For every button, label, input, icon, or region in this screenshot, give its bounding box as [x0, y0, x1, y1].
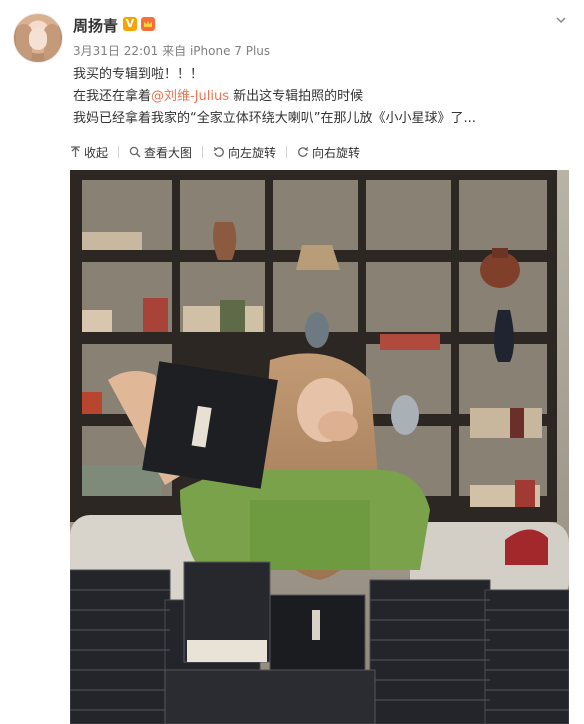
post-line-2: 在我还在拿着@刘维-Julius 新出这专辑拍照的时候: [73, 89, 364, 104]
post-photo[interactable]: [70, 170, 569, 724]
post-date[interactable]: 3月31日 22:01: [73, 44, 158, 58]
mention-link[interactable]: @刘维-Julius: [151, 89, 229, 104]
post-line-1: 我买的专辑到啦！！！: [73, 67, 204, 82]
crown-icon: [141, 17, 155, 31]
collapse-button[interactable]: 收起: [70, 144, 108, 161]
toolbar-divider: [286, 146, 288, 158]
rotate-left-label: 向左旋转: [228, 145, 277, 160]
rotate-right-label: 向右旋转: [312, 145, 361, 160]
rotate-left-button[interactable]: 向左旋转: [213, 144, 276, 161]
toolbar-divider: [202, 146, 204, 158]
avatar[interactable]: [13, 13, 63, 63]
rotate-right-icon: [298, 147, 309, 157]
rotate-left-icon: [213, 147, 224, 157]
verified-badge-icon: V: [123, 17, 137, 31]
toolbar-divider: [118, 146, 120, 158]
rotate-right-button[interactable]: 向右旋转: [297, 144, 360, 161]
post-line-3: 我妈已经拿着我家的“全家立体环绕大喇叭”在那儿放《小小星球》了...: [73, 111, 476, 126]
post-meta: 3月31日 22:01 来自 iPhone 7 Plus: [73, 42, 270, 59]
view-large-label: 查看大图: [144, 145, 193, 160]
username[interactable]: 周扬青: [73, 15, 118, 36]
collapse-label: 收起: [84, 145, 109, 160]
post-source: 来自 iPhone 7 Plus: [162, 44, 271, 58]
arrow-up-icon: [71, 146, 80, 157]
image-toolbar: 收起 查看大图 向左旋转 向右旋转: [70, 143, 360, 161]
post-text: 我买的专辑到啦！！！ 在我还在拿着@刘维-Julius 新出这专辑拍照的时候 我…: [73, 64, 573, 130]
view-large-button[interactable]: 查看大图: [129, 144, 192, 161]
search-icon: [129, 146, 141, 158]
chevron-down-icon[interactable]: [554, 13, 568, 27]
